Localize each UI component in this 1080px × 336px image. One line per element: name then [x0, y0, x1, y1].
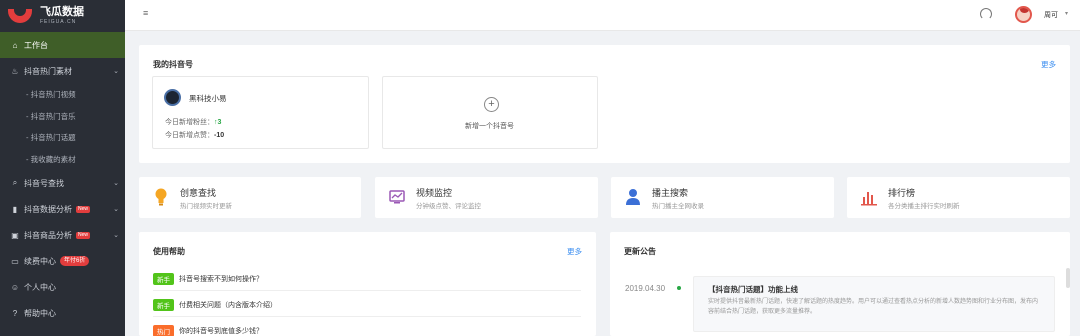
announcement-title: 【抖音热门话题】功能上线	[708, 285, 798, 294]
sidebar-item-workbench[interactable]: ⌂ 工作台	[0, 32, 125, 58]
announcement-item[interactable]: 【抖音热门话题】功能上线 实时提供抖音最新热门话题，快速了解话题的热度趋势。用户…	[693, 276, 1055, 332]
sidebar-item-label: 个人中心	[24, 282, 56, 292]
tool-card-creative-search[interactable]: 创意查找 热门视频实时更新	[139, 177, 361, 218]
announcement-date: 2019.04.30	[625, 284, 666, 293]
search-icon: ⌕	[12, 178, 18, 187]
chevron-down-icon[interactable]: ▾	[1065, 10, 1068, 17]
fans-stat: 今日新增粉丝：↑3	[165, 119, 222, 126]
tool-title: 视频监控	[416, 188, 453, 198]
chevron-down-icon: ⌄	[113, 232, 119, 239]
monitor-icon	[389, 190, 405, 204]
help-question: 你的抖音号到底值多少钱？	[179, 328, 263, 335]
likes-stat: 今日新增点赞：-10	[165, 132, 225, 139]
tool-desc: 各分类播主排行实时刷新	[888, 203, 960, 210]
sidebar-item-account-search[interactable]: ⌕ 抖音号查找 ⌄	[0, 170, 125, 196]
sidebar-item-label: 工作台	[24, 40, 48, 50]
submenu-favorites[interactable]: - 我收藏的素材	[0, 149, 125, 171]
sidebar-item-renewal[interactable]: ▭ 续费中心 年付6折	[0, 248, 125, 274]
fans-value: 3	[217, 119, 222, 126]
sidebar-item-hot-material[interactable]: ♨ 抖音热门素材 ⌄	[0, 58, 125, 84]
submenu-hot-music[interactable]: - 抖音热门音乐	[0, 106, 125, 128]
chevron-down-icon: ⌄	[113, 180, 119, 187]
tool-title: 播主搜索	[652, 188, 689, 198]
brand-domain: FEIGUA.CN	[40, 19, 77, 25]
tool-card-video-monitor[interactable]: 视频监控 分钟级点赞、评论监控	[375, 177, 598, 218]
brand-name: 飞瓜数据	[40, 6, 84, 18]
hot-tag: 热门	[153, 325, 174, 336]
username[interactable]: 周可	[1044, 10, 1058, 20]
timeline-dot	[677, 286, 681, 290]
likes-value: -10	[214, 132, 225, 139]
section-title: 我的抖音号	[153, 60, 193, 69]
bar-chart-icon: ▮	[12, 204, 18, 214]
home-icon: ⌂	[12, 40, 18, 50]
account-name: 黑科技小易	[189, 94, 227, 103]
sidebar-item-product-analysis[interactable]: ▣ 抖音商品分析 New ⌄	[0, 222, 125, 248]
brand-logo[interactable]: 飞瓜数据 FEIGUA.CN	[0, 0, 125, 32]
person-icon	[626, 189, 640, 205]
help-question: 抖音号搜索不到如何操作？	[179, 275, 263, 283]
announcement-body: 实时提供抖音最新热门话题，快速了解话题的热度趋势。用户可以通过查看热点分析的新增…	[708, 299, 1039, 315]
avatar[interactable]	[1015, 6, 1032, 23]
newbie-tag: 新手	[153, 272, 174, 285]
help-icon: ?	[12, 308, 18, 318]
tool-desc: 分钟级点赞、评论监控	[416, 203, 481, 210]
tool-card-creator-search[interactable]: 播主搜索 热门播主全网收录	[611, 177, 834, 218]
sidebar-item-label: 抖音号查找	[24, 178, 64, 188]
my-accounts-card: 我的抖音号 更多 黑科技小易 今日新增粉丝：↑3 今日新增点赞：-10 + 新增…	[139, 45, 1070, 163]
chevron-down-icon: ⌄	[113, 206, 119, 213]
sidebar-item-label: 帮助中心	[24, 308, 56, 318]
submenu-hot-videos[interactable]: - 抖音热门视频	[0, 84, 125, 106]
watermelon-logo-icon	[8, 9, 32, 23]
fire-icon: ♨	[11, 66, 19, 76]
new-badge: New	[76, 231, 91, 239]
list-item[interactable]: 热门 你的抖音号到底值多少钱？	[153, 319, 581, 336]
account-card[interactable]: 黑科技小易 今日新增粉丝：↑3 今日新增点赞：-10	[152, 76, 369, 149]
tool-title: 排行榜	[888, 188, 916, 198]
ranking-icon	[861, 192, 877, 206]
new-badge: New	[76, 205, 91, 213]
chevron-down-icon: ⌄	[113, 68, 119, 75]
tool-desc: 热门播主全网收录	[652, 203, 704, 210]
submenu-hot-topics[interactable]: - 抖音热门话题	[0, 127, 125, 149]
sidebar: 飞瓜数据 FEIGUA.CN ⌂ 工作台 ♨ 抖音热门素材 ⌄ - 抖音热门视频…	[0, 0, 125, 336]
discount-badge: 年付6折	[60, 256, 90, 266]
avatar	[164, 89, 181, 106]
help-card: 使用帮助 更多 新手 抖音号搜索不到如何操作？ 新手 付费相关问题（内含版本介绍…	[139, 232, 596, 336]
tool-desc: 热门视频实时更新	[180, 203, 232, 210]
section-title: 使用帮助	[153, 247, 185, 256]
sidebar-item-label: 抖音商品分析	[24, 230, 72, 240]
plus-icon: +	[484, 97, 499, 112]
sidebar-item-help[interactable]: ? 帮助中心	[0, 300, 125, 326]
help-question: 付费相关问题（内含版本介绍）	[179, 301, 277, 309]
section-title: 更新公告	[624, 247, 656, 256]
sidebar-item-label: 抖音数据分析	[24, 204, 72, 214]
card-icon: ▭	[11, 256, 19, 266]
list-item[interactable]: 新手 抖音号搜索不到如何操作？	[153, 267, 581, 291]
tool-title: 创意查找	[180, 188, 217, 198]
list-item[interactable]: 新手 付费相关问题（内含版本介绍）	[153, 293, 581, 317]
more-link[interactable]: 更多	[1041, 59, 1056, 70]
sidebar-item-data-analysis[interactable]: ▮ 抖音数据分析 New ⌄	[0, 196, 125, 222]
add-account-card[interactable]: + 新增一个抖音号	[382, 76, 598, 149]
headset-icon[interactable]	[980, 8, 992, 20]
add-account-label: 新增一个抖音号	[465, 123, 514, 130]
sidebar-item-label: 续费中心	[24, 256, 56, 266]
user-icon: ☺	[10, 282, 20, 292]
tool-card-ranking[interactable]: 排行榜 各分类播主排行实时刷新	[847, 177, 1070, 218]
shop-icon: ▣	[11, 230, 19, 240]
menu-toggle-icon[interactable]: ≡	[143, 8, 148, 18]
newbie-tag: 新手	[153, 298, 174, 311]
topbar: ≡ 周可 ▾	[125, 0, 1080, 31]
more-link[interactable]: 更多	[567, 246, 582, 257]
lightbulb-icon	[155, 188, 167, 206]
sidebar-item-profile[interactable]: ☺ 个人中心	[0, 274, 125, 300]
scrollbar[interactable]	[1066, 268, 1070, 288]
sidebar-item-label: 抖音热门素材	[24, 66, 72, 76]
